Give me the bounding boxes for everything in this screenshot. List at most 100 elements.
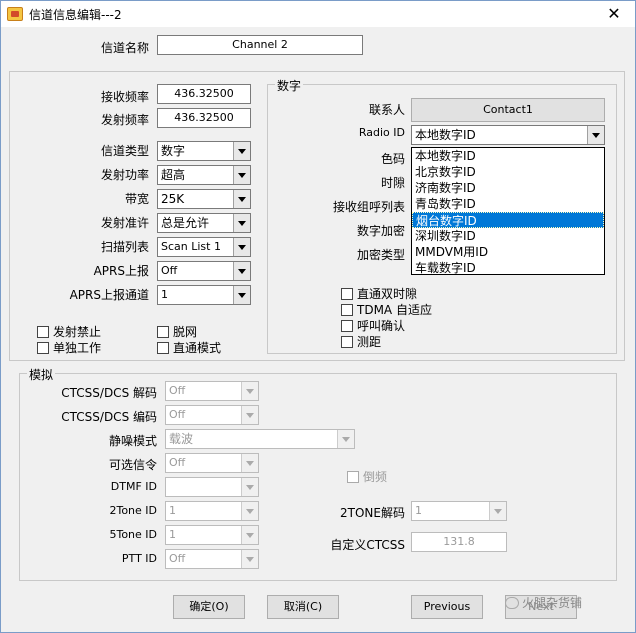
aprs-channel-label: APRS上报通道 [69, 288, 149, 302]
wechat-icon [505, 597, 519, 609]
scan-list-value: Scan List 1 [161, 240, 221, 253]
ranging-label: 测距 [357, 335, 382, 349]
custom-ctcss-field[interactable]: 131.8 [411, 532, 507, 552]
ptt-id-label: PTT ID [121, 552, 157, 565]
checkbox-icon [347, 471, 359, 483]
channel-type-select[interactable]: 数字 [157, 141, 251, 161]
talkaround-checkbox[interactable]: 单独工作 [37, 339, 101, 356]
tone2-decode-select[interactable]: 1 [411, 501, 507, 521]
bandwidth-value: 25K [161, 192, 185, 206]
custom-ctcss-label: 自定义CTCSS [330, 538, 405, 552]
tx-power-value: 超高 [161, 168, 186, 182]
chevron-down-icon [233, 142, 250, 160]
bandwidth-label: 带宽 [124, 192, 149, 206]
dual-slot-checkbox[interactable]: 直通双时隙 [341, 285, 417, 302]
offnet-label: 脱网 [173, 325, 198, 339]
scan-list-select[interactable]: Scan List 1 [157, 237, 251, 257]
ctcss-decode-select[interactable]: Off [165, 381, 259, 401]
checkbox-icon [37, 326, 49, 338]
aprs-report-value: Off [161, 264, 178, 277]
tx-forbid-checkbox[interactable]: 发射禁止 [37, 323, 101, 340]
tone2-decode-value: 1 [415, 504, 422, 517]
chevron-down-icon [489, 502, 506, 520]
chevron-down-icon [241, 406, 258, 424]
list-item[interactable]: 深圳数字ID [412, 228, 604, 244]
contact-button[interactable]: Contact1 [411, 98, 605, 122]
channel-name-field[interactable]: Channel 2 [157, 35, 363, 55]
rx-freq-field[interactable]: 436.32500 [157, 84, 251, 104]
chevron-down-icon [337, 430, 354, 448]
ptt-id-select[interactable]: Off [165, 549, 259, 569]
tx-freq-field[interactable]: 436.32500 [157, 108, 251, 128]
list-item[interactable]: 车载数字ID [412, 260, 604, 276]
squelch-label: 静噪模式 [108, 434, 157, 448]
reverse-checkbox[interactable]: 倒频 [347, 468, 387, 485]
aprs-channel-select[interactable]: 1 [157, 285, 251, 305]
chevron-down-icon [233, 190, 250, 208]
timeslot-label: 时隙 [380, 176, 405, 190]
previous-button[interactable]: Previous [411, 595, 483, 619]
ctcss-encode-value: Off [169, 408, 186, 421]
chevron-down-icon [241, 454, 258, 472]
list-item[interactable]: 青岛数字ID [412, 196, 604, 212]
color-code-label: 色码 [380, 152, 405, 166]
squelch-select[interactable]: 载波 [165, 429, 355, 449]
chevron-down-icon [233, 238, 250, 256]
ctcss-decode-value: Off [169, 384, 186, 397]
checkbox-icon [341, 320, 353, 332]
watermark-text: 火腿杂货铺 [522, 596, 583, 610]
tone2-id-select[interactable]: 1 [165, 501, 259, 521]
close-icon[interactable]: ✕ [599, 3, 629, 25]
window-title: 信道信息编辑---2 [29, 8, 122, 22]
tx-power-label: 发射功率 [100, 168, 149, 182]
tdma-checkbox[interactable]: TDMA 自适应 [341, 301, 432, 318]
ranging-checkbox[interactable]: 测距 [341, 333, 381, 350]
list-item-selected[interactable]: 烟台数字ID [412, 212, 604, 228]
aprs-report-label: APRS上报 [93, 264, 149, 278]
list-item[interactable]: MMDVM用ID [412, 244, 604, 260]
list-item[interactable]: 济南数字ID [412, 180, 604, 196]
ctcss-decode-label: CTCSS/DCS 解码 [61, 386, 157, 400]
dtmf-id-select[interactable] [165, 477, 259, 497]
chevron-down-icon [233, 166, 250, 184]
checkbox-icon [157, 326, 169, 338]
radio-id-dropdown-list[interactable]: 本地数字ID 北京数字ID 济南数字ID 青岛数字ID 烟台数字ID 深圳数字I… [411, 147, 605, 275]
cancel-button[interactable]: 取消(C) [267, 595, 339, 619]
app-icon [7, 7, 23, 21]
tone5-id-select[interactable]: 1 [165, 525, 259, 545]
checkbox-icon [341, 304, 353, 316]
bandwidth-select[interactable]: 25K [157, 189, 251, 209]
opt-signal-value: Off [169, 456, 186, 469]
offnet-checkbox[interactable]: 脱网 [157, 323, 197, 340]
tx-power-select[interactable]: 超高 [157, 165, 251, 185]
chevron-down-icon [241, 550, 258, 568]
tone5-id-value: 1 [169, 528, 176, 541]
radio-id-value: 本地数字ID [415, 128, 476, 142]
ptt-id-value: Off [169, 552, 186, 565]
reverse-label: 倒频 [363, 470, 388, 484]
digital-group-title: 数字 [275, 77, 304, 94]
ctcss-encode-select[interactable]: Off [165, 405, 259, 425]
radio-id-select[interactable]: 本地数字ID [411, 125, 605, 145]
opt-signal-select[interactable]: Off [165, 453, 259, 473]
aprs-report-select[interactable]: Off [157, 261, 251, 281]
ok-button[interactable]: 确定(O) [173, 595, 245, 619]
chevron-down-icon [241, 478, 258, 496]
tone2-id-label: 2Tone ID [109, 504, 157, 517]
scan-list-label: 扫描列表 [100, 240, 149, 254]
tx-permit-value: 总是允许 [161, 216, 210, 230]
tone2-id-value: 1 [169, 504, 176, 517]
tone2-decode-label: 2TONE解码 [340, 506, 405, 520]
tx-forbid-label: 发射禁止 [53, 325, 102, 339]
dialog-window: 信道信息编辑---2 ✕ 信道名称 Channel 2 接收频率 436.325… [0, 0, 636, 633]
list-item[interactable]: 北京数字ID [412, 164, 604, 180]
channel-type-label: 信道类型 [100, 144, 149, 158]
direct-mode-label: 直通模式 [173, 341, 222, 355]
list-item[interactable]: 本地数字ID [412, 148, 604, 164]
tx-permit-select[interactable]: 总是允许 [157, 213, 251, 233]
call-confirm-checkbox[interactable]: 呼叫确认 [341, 317, 405, 334]
aprs-channel-value: 1 [161, 288, 168, 301]
direct-mode-checkbox[interactable]: 直通模式 [157, 339, 221, 356]
tx-freq-label: 发射频率 [100, 113, 149, 127]
checkbox-icon [157, 342, 169, 354]
